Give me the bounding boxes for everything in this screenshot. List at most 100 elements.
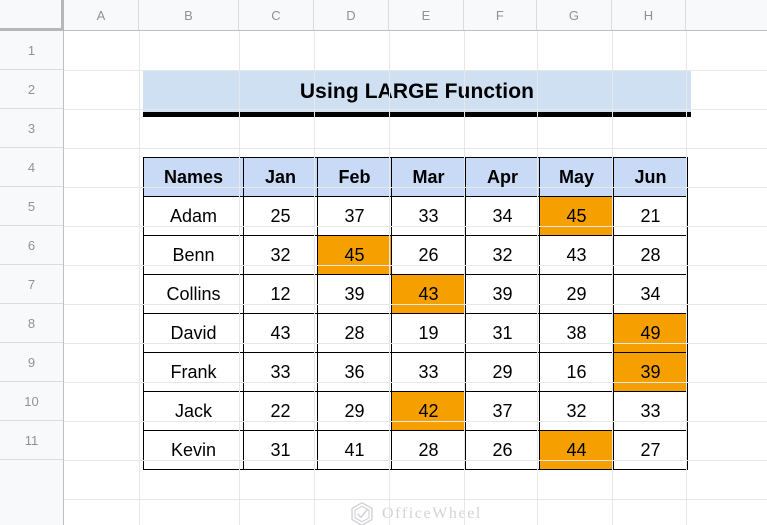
row-header-7[interactable]: 7 [0, 265, 63, 304]
cell-name[interactable]: David [143, 313, 244, 353]
cell-value[interactable]: 33 [391, 352, 466, 392]
cell-value[interactable]: 27 [613, 430, 688, 470]
table-row[interactable]: Adam 25 37 33 34 45 21 [143, 196, 688, 236]
gridline-vertical [612, 31, 613, 525]
cell-value[interactable]: 28 [613, 235, 688, 275]
cell-value[interactable]: 29 [317, 391, 392, 431]
cell-value[interactable]: 37 [465, 391, 540, 431]
cell-value[interactable]: 43 [539, 235, 614, 275]
row-header-3[interactable]: 3 [0, 109, 63, 148]
gridline-vertical [389, 31, 390, 525]
cell-value[interactable]: 36 [317, 352, 392, 392]
row-header-11[interactable]: 11 [0, 421, 63, 460]
data-table[interactable]: Names Jan Feb Mar Apr May Jun Adam 25 37 33 34 45 21… [143, 157, 688, 470]
cell-value[interactable]: 32 [243, 235, 318, 275]
table-row[interactable]: Benn 32 45 26 32 43 28 [143, 235, 688, 275]
table-row[interactable]: David 43 28 19 31 38 49 [143, 313, 688, 353]
table-column-header-jan[interactable]: Jan [243, 157, 318, 197]
column-header-d[interactable]: D [314, 0, 389, 30]
select-all-corner[interactable] [0, 0, 64, 31]
gridline-vertical [239, 31, 240, 525]
cell-value[interactable]: 37 [317, 196, 392, 236]
cell-value-highlighted[interactable]: 39 [613, 352, 688, 392]
cell-area[interactable]: Using LARGE Function Names Jan Feb Mar Apr Ma… [64, 31, 767, 525]
cell-value-highlighted[interactable]: 43 [391, 274, 466, 314]
cell-value[interactable]: 34 [613, 274, 688, 314]
table-row[interactable]: Frank 33 36 33 29 16 39 [143, 352, 688, 392]
cell-value-highlighted[interactable]: 42 [391, 391, 466, 431]
cell-value[interactable]: 22 [243, 391, 318, 431]
column-header-b[interactable]: B [139, 0, 239, 30]
table-row[interactable]: Collins 12 39 43 39 29 34 [143, 274, 688, 314]
row-header-10[interactable]: 10 [0, 382, 63, 421]
cell-value[interactable]: 26 [391, 235, 466, 275]
cell-name[interactable]: Jack [143, 391, 244, 431]
cell-value[interactable]: 32 [465, 235, 540, 275]
gridline-vertical [686, 31, 687, 525]
cell-value[interactable]: 16 [539, 352, 614, 392]
cell-value[interactable]: 34 [465, 196, 540, 236]
title-banner[interactable]: Using LARGE Function [143, 71, 691, 117]
cell-value[interactable]: 25 [243, 196, 318, 236]
row-header-5[interactable]: 5 [0, 187, 63, 226]
row-header-4[interactable]: 4 [0, 148, 63, 187]
cell-value[interactable]: 31 [243, 430, 318, 470]
column-header-c[interactable]: C [239, 0, 314, 30]
row-header-2[interactable]: 2 [0, 70, 63, 109]
gridline-horizontal [64, 421, 767, 422]
cell-value[interactable]: 33 [613, 391, 688, 431]
watermark: OfficeWheel [64, 501, 767, 525]
cell-value-highlighted[interactable]: 44 [539, 430, 614, 470]
cell-value[interactable]: 41 [317, 430, 392, 470]
gridline-horizontal [64, 499, 767, 500]
cell-value[interactable]: 21 [613, 196, 688, 236]
cell-name[interactable]: Kevin [143, 430, 244, 470]
row-header-8[interactable]: 8 [0, 304, 63, 343]
table-column-header-feb[interactable]: Feb [317, 157, 392, 197]
cell-name[interactable]: Benn [143, 235, 244, 275]
gridline-vertical [464, 31, 465, 525]
cell-value[interactable]: 43 [243, 313, 318, 353]
column-header-g[interactable]: G [537, 0, 612, 30]
column-header-f[interactable]: F [464, 0, 537, 30]
row-header-6[interactable]: 6 [0, 226, 63, 265]
spreadsheet-grid: ABCDEFGH 1 2 3 4 5 6 7 8 9 10 11 Using LARGE Funct… [0, 0, 767, 525]
row-header-9[interactable]: 9 [0, 343, 63, 382]
cell-value[interactable]: 29 [539, 274, 614, 314]
gridline-vertical [139, 31, 140, 525]
table-column-header-names[interactable]: Names [143, 157, 244, 197]
cell-value[interactable]: 32 [539, 391, 614, 431]
row-header-1[interactable]: 1 [0, 31, 63, 70]
cell-value[interactable]: 29 [465, 352, 540, 392]
cell-value-highlighted[interactable]: 45 [317, 235, 392, 275]
cell-value-highlighted[interactable]: 49 [613, 313, 688, 353]
cell-value[interactable]: 28 [317, 313, 392, 353]
table-column-header-jun[interactable]: Jun [613, 157, 688, 197]
column-header-h[interactable]: H [612, 0, 686, 30]
table-column-header-apr[interactable]: Apr [465, 157, 540, 197]
cell-name[interactable]: Frank [143, 352, 244, 392]
cell-value[interactable]: 12 [243, 274, 318, 314]
table-body[interactable]: Adam 25 37 33 34 45 21 Benn 32 45 26 32 43 28 Collins 1… [143, 196, 688, 470]
column-header-overflow [686, 0, 767, 30]
cell-value[interactable]: 33 [391, 196, 466, 236]
cell-name[interactable]: Collins [143, 274, 244, 314]
table-column-header-mar[interactable]: Mar [391, 157, 466, 197]
gridline-horizontal [64, 187, 767, 188]
table-column-header-may[interactable]: May [539, 157, 614, 197]
gridline-horizontal [64, 343, 767, 344]
cell-value[interactable]: 39 [465, 274, 540, 314]
cell-value[interactable]: 28 [391, 430, 466, 470]
cell-value[interactable]: 39 [317, 274, 392, 314]
cell-value[interactable]: 31 [465, 313, 540, 353]
cell-value[interactable]: 38 [539, 313, 614, 353]
table-row[interactable]: Kevin 31 41 28 26 44 27 [143, 430, 688, 470]
cell-value[interactable]: 26 [465, 430, 540, 470]
cell-value[interactable]: 19 [391, 313, 466, 353]
column-header-a[interactable]: A [64, 0, 139, 30]
cell-value[interactable]: 33 [243, 352, 318, 392]
column-header-e[interactable]: E [389, 0, 464, 30]
cell-value-highlighted[interactable]: 45 [539, 196, 614, 236]
table-row[interactable]: Jack 22 29 42 37 32 33 [143, 391, 688, 431]
cell-name[interactable]: Adam [143, 196, 244, 236]
